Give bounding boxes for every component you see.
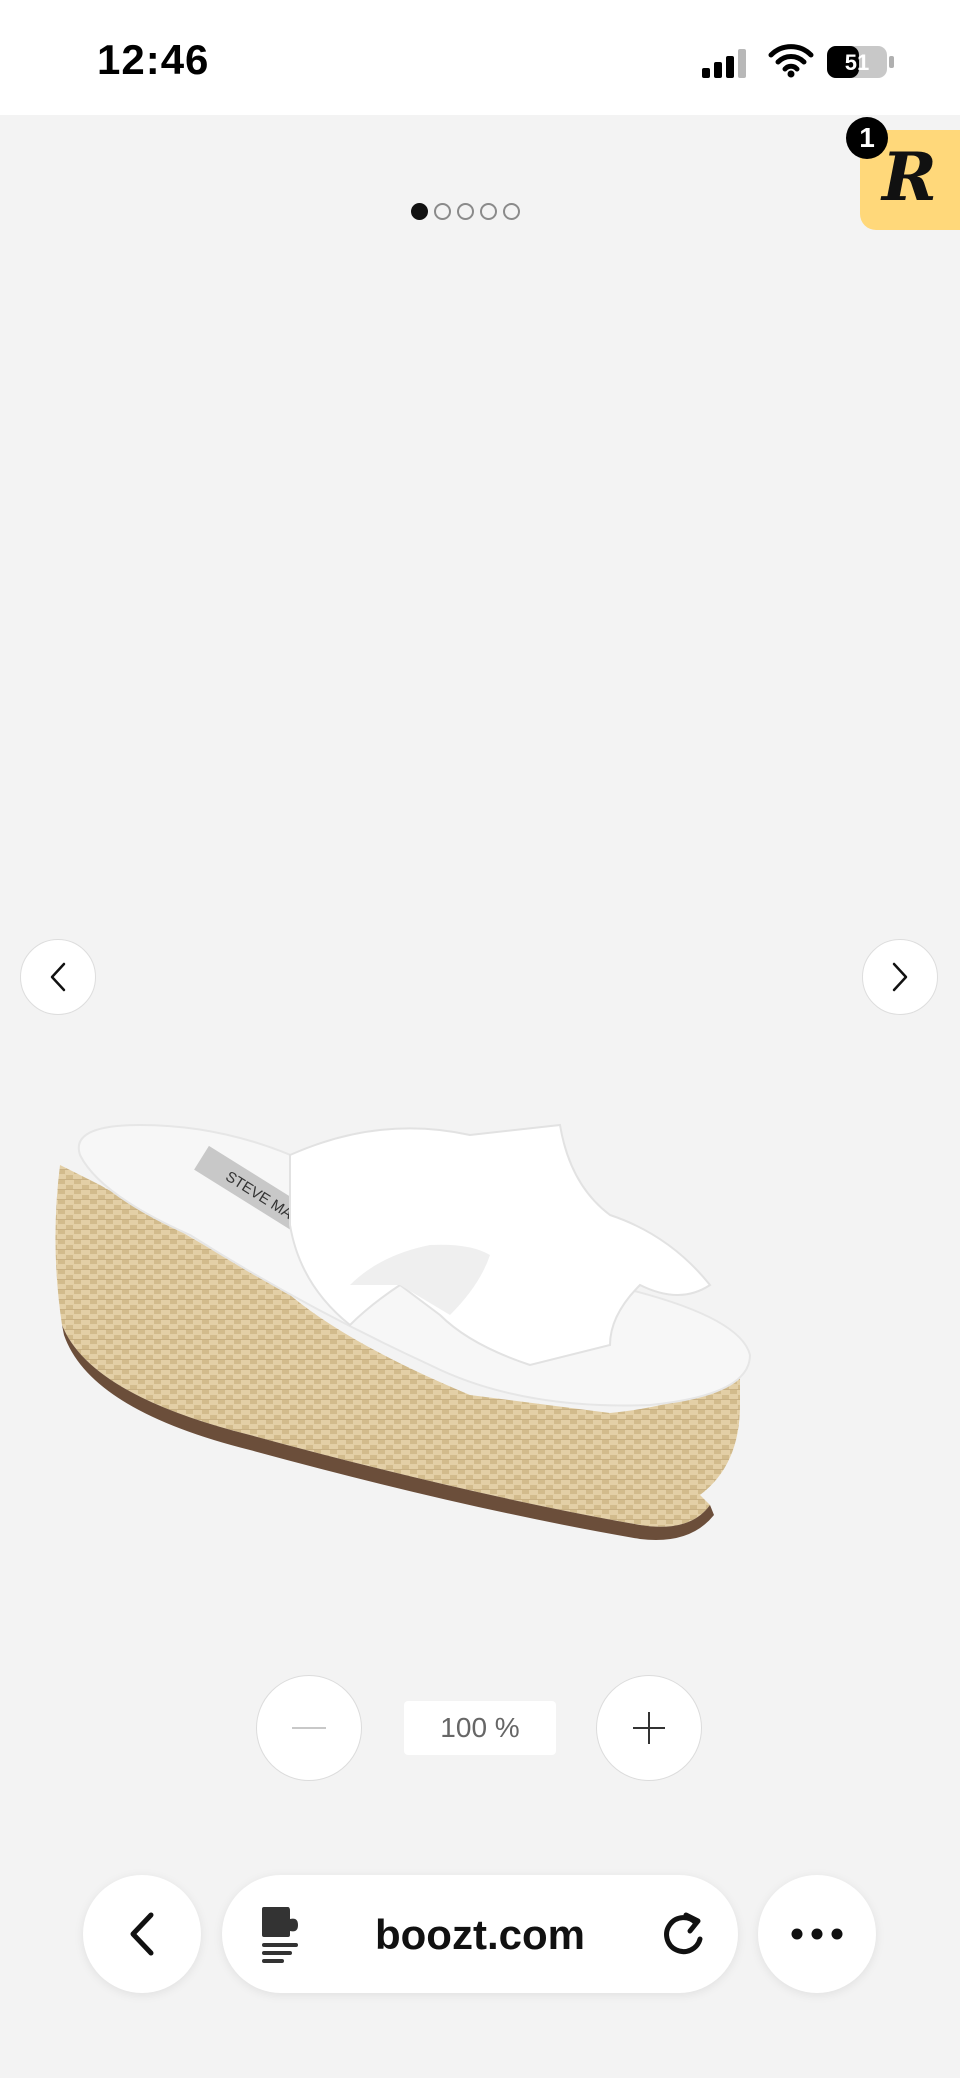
product-image-gallery[interactable]: R 1 STEVE MADDEN 100 %	[0, 115, 960, 2078]
gallery-pagination	[411, 203, 520, 220]
browser-toolbar: boozt.com	[0, 1870, 960, 2000]
more-options-button[interactable]	[758, 1875, 876, 1993]
extension-notification-count: 1	[846, 117, 888, 159]
status-time: 12:46	[97, 36, 210, 83]
ellipsis-icon	[791, 1928, 843, 1940]
back-button[interactable]	[83, 1875, 201, 1993]
gallery-dot-1[interactable]	[411, 203, 428, 220]
cellular-signal-icon	[702, 49, 746, 78]
gallery-dot-2[interactable]	[434, 203, 451, 220]
zoom-out-button[interactable]	[256, 1675, 362, 1781]
gallery-dot-4[interactable]	[480, 203, 497, 220]
zoom-level: 100 %	[404, 1701, 556, 1755]
gallery-dot-5[interactable]	[503, 203, 520, 220]
gallery-dot-3[interactable]	[457, 203, 474, 220]
wifi-icon	[768, 44, 814, 78]
zoom-in-button[interactable]	[596, 1675, 702, 1781]
address-bar[interactable]: boozt.com	[222, 1875, 738, 1993]
battery-icon: 51	[826, 45, 896, 84]
chevron-left-icon	[130, 1912, 154, 1956]
status-bar: 12:46 51	[0, 0, 960, 115]
extension-logo: R	[882, 138, 937, 216]
reload-icon[interactable]	[660, 1909, 708, 1959]
minus-icon	[292, 1727, 326, 1729]
battery-level: 51	[845, 50, 869, 75]
plus-icon	[633, 1712, 665, 1744]
product-image[interactable]: STEVE MADDEN	[50, 985, 910, 1585]
